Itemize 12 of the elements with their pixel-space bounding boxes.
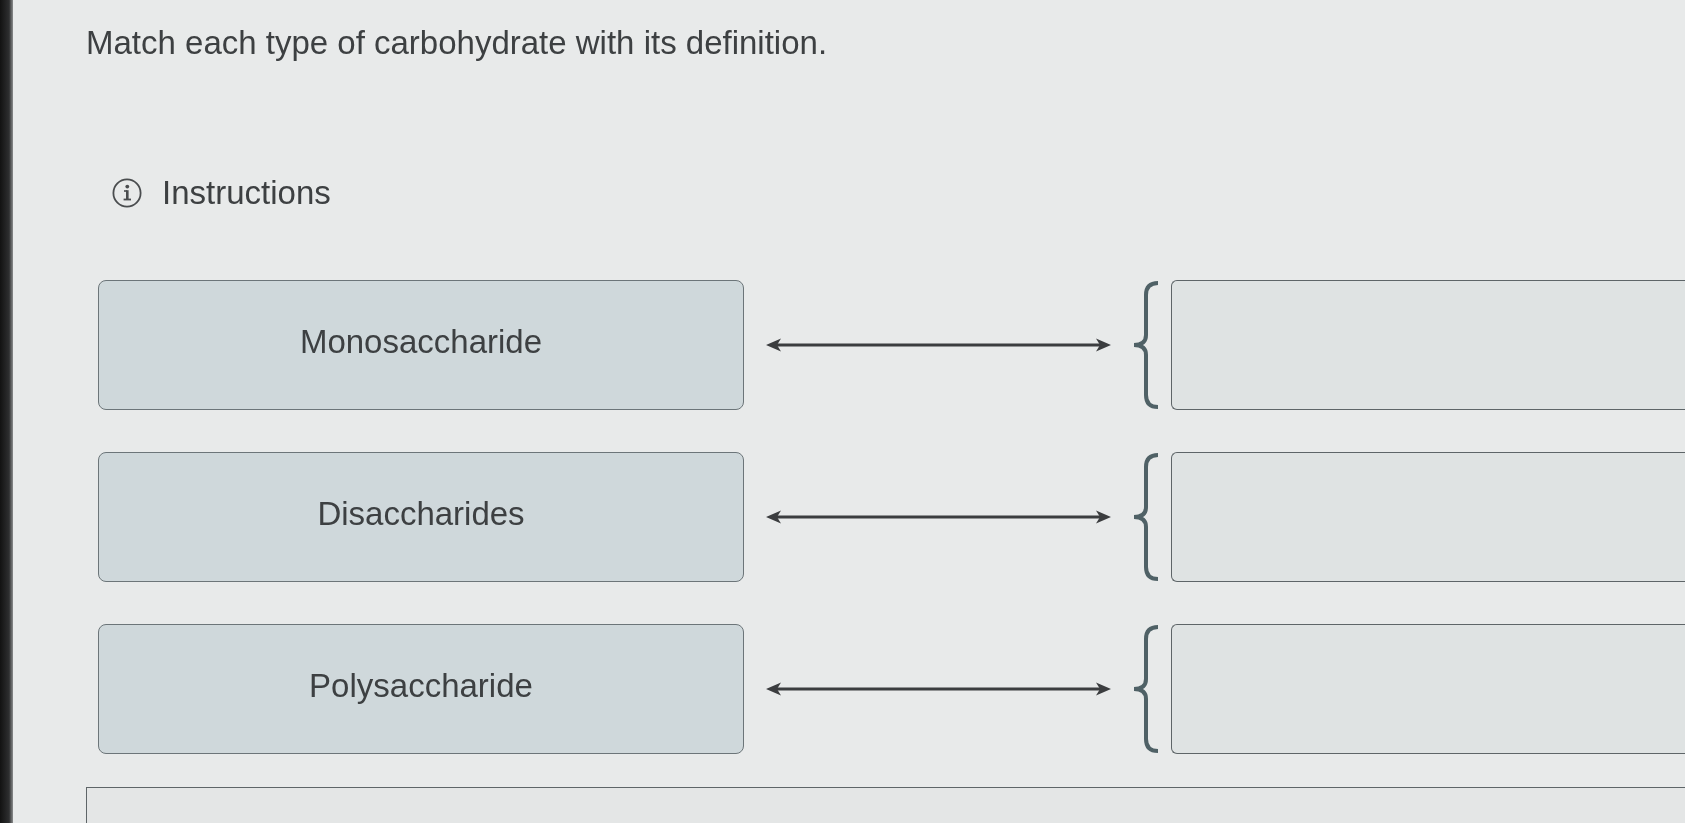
term-card[interactable]: Disaccharides: [98, 452, 744, 582]
drop-zone[interactable]: [1171, 280, 1685, 410]
question-prompt: Match each type of carbohydrate with its definition.: [86, 23, 828, 63]
curly-brace-icon: [1131, 624, 1161, 754]
drop-zone[interactable]: [1171, 624, 1685, 754]
curly-brace-icon: [1131, 280, 1161, 410]
term-card[interactable]: Polysaccharide: [98, 624, 744, 754]
term-card[interactable]: Monosaccharide: [98, 280, 744, 410]
drop-zone[interactable]: [1171, 452, 1685, 582]
curly-brace-icon: [1131, 452, 1161, 582]
instructions-button[interactable]: Instructions: [112, 173, 331, 213]
info-icon: [112, 178, 142, 208]
